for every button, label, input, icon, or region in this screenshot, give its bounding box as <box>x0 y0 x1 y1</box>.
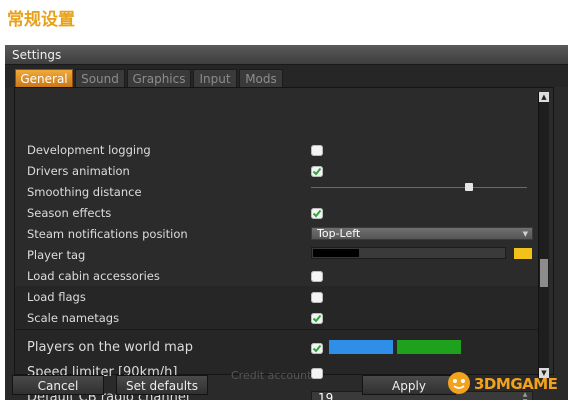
scale-nametags-checkbox[interactable] <box>311 313 323 324</box>
tab-general[interactable]: General <box>15 69 73 87</box>
season-effects-checkbox[interactable] <box>311 208 323 219</box>
tab-graphics[interactable]: Graphics <box>127 69 191 87</box>
development-logging-checkbox[interactable] <box>311 145 323 156</box>
watermark-logo-icon <box>448 372 470 394</box>
players-on-world-map-label: Players on the world map <box>27 340 193 355</box>
window-title: Settings <box>5 45 568 65</box>
settings-panel: Development logging Drivers animation Sm… <box>14 87 554 400</box>
cancel-button[interactable]: Cancel <box>12 375 104 395</box>
watermark-text: 3DMGAME <box>474 375 558 393</box>
smoothing-distance-slider-thumb[interactable] <box>464 183 473 191</box>
player-tag-input[interactable] <box>311 247 506 259</box>
redacted-text <box>313 249 359 257</box>
speed-limiter-checkbox[interactable] <box>311 368 323 379</box>
players-on-world-map-checkbox[interactable] <box>311 343 323 354</box>
set-defaults-button[interactable]: Set defaults <box>116 375 208 395</box>
development-logging-label: Development logging <box>27 143 151 157</box>
load-cabin-accessories-label: Load cabin accessories <box>27 269 160 283</box>
scrollbar-thumb[interactable] <box>540 259 548 287</box>
steam-notifications-position-label: Steam notifications position <box>27 227 188 241</box>
default-cb-radio-channel-value: 19 <box>318 391 334 400</box>
load-flags-label: Load flags <box>27 290 86 304</box>
apply-button[interactable]: Apply <box>362 375 456 395</box>
tab-input[interactable]: Input <box>193 69 237 87</box>
page-title: 常规设置 <box>7 10 75 30</box>
smoothing-distance-slider[interactable] <box>311 187 527 188</box>
smoothing-distance-label: Smoothing distance <box>27 185 142 199</box>
scroll-up-icon[interactable]: ▲ <box>539 92 549 102</box>
players-map-color-blue[interactable] <box>329 340 393 354</box>
tab-strip: General Sound Graphics Input Mods <box>5 65 568 87</box>
checkmark-icon <box>312 344 322 353</box>
steam-notifications-position-dropdown[interactable]: Top-Left ▼ <box>311 227 533 240</box>
player-tag-color-swatch[interactable] <box>514 248 532 259</box>
load-flags-checkbox[interactable] <box>311 292 323 303</box>
chevron-down-icon: ▼ <box>522 230 528 238</box>
players-map-color-green[interactable] <box>397 340 461 354</box>
watermark: 3DMGAME <box>446 370 568 396</box>
drivers-animation-checkbox[interactable] <box>311 166 323 177</box>
player-tag-label: Player tag <box>27 248 86 262</box>
tab-sound[interactable]: Sound <box>75 69 125 87</box>
steam-notifications-position-value: Top-Left <box>317 227 361 240</box>
load-cabin-accessories-checkbox[interactable] <box>311 271 323 282</box>
season-effects-label: Season effects <box>27 206 112 220</box>
checkmark-icon <box>312 167 322 176</box>
drivers-animation-label: Drivers animation <box>27 164 130 178</box>
scrollbar[interactable]: ▲ ▼ <box>538 92 549 378</box>
lower-section <box>15 286 543 374</box>
settings-window: Settings General Sound Graphics Input Mo… <box>5 45 568 400</box>
credit-account-text: Credit account <box>231 369 312 382</box>
tab-mods[interactable]: Mods <box>239 69 283 87</box>
checkmark-icon <box>312 314 322 323</box>
scale-nametags-label: Scale nametags <box>27 311 120 325</box>
checkmark-icon <box>312 209 322 218</box>
section-divider <box>15 329 543 330</box>
